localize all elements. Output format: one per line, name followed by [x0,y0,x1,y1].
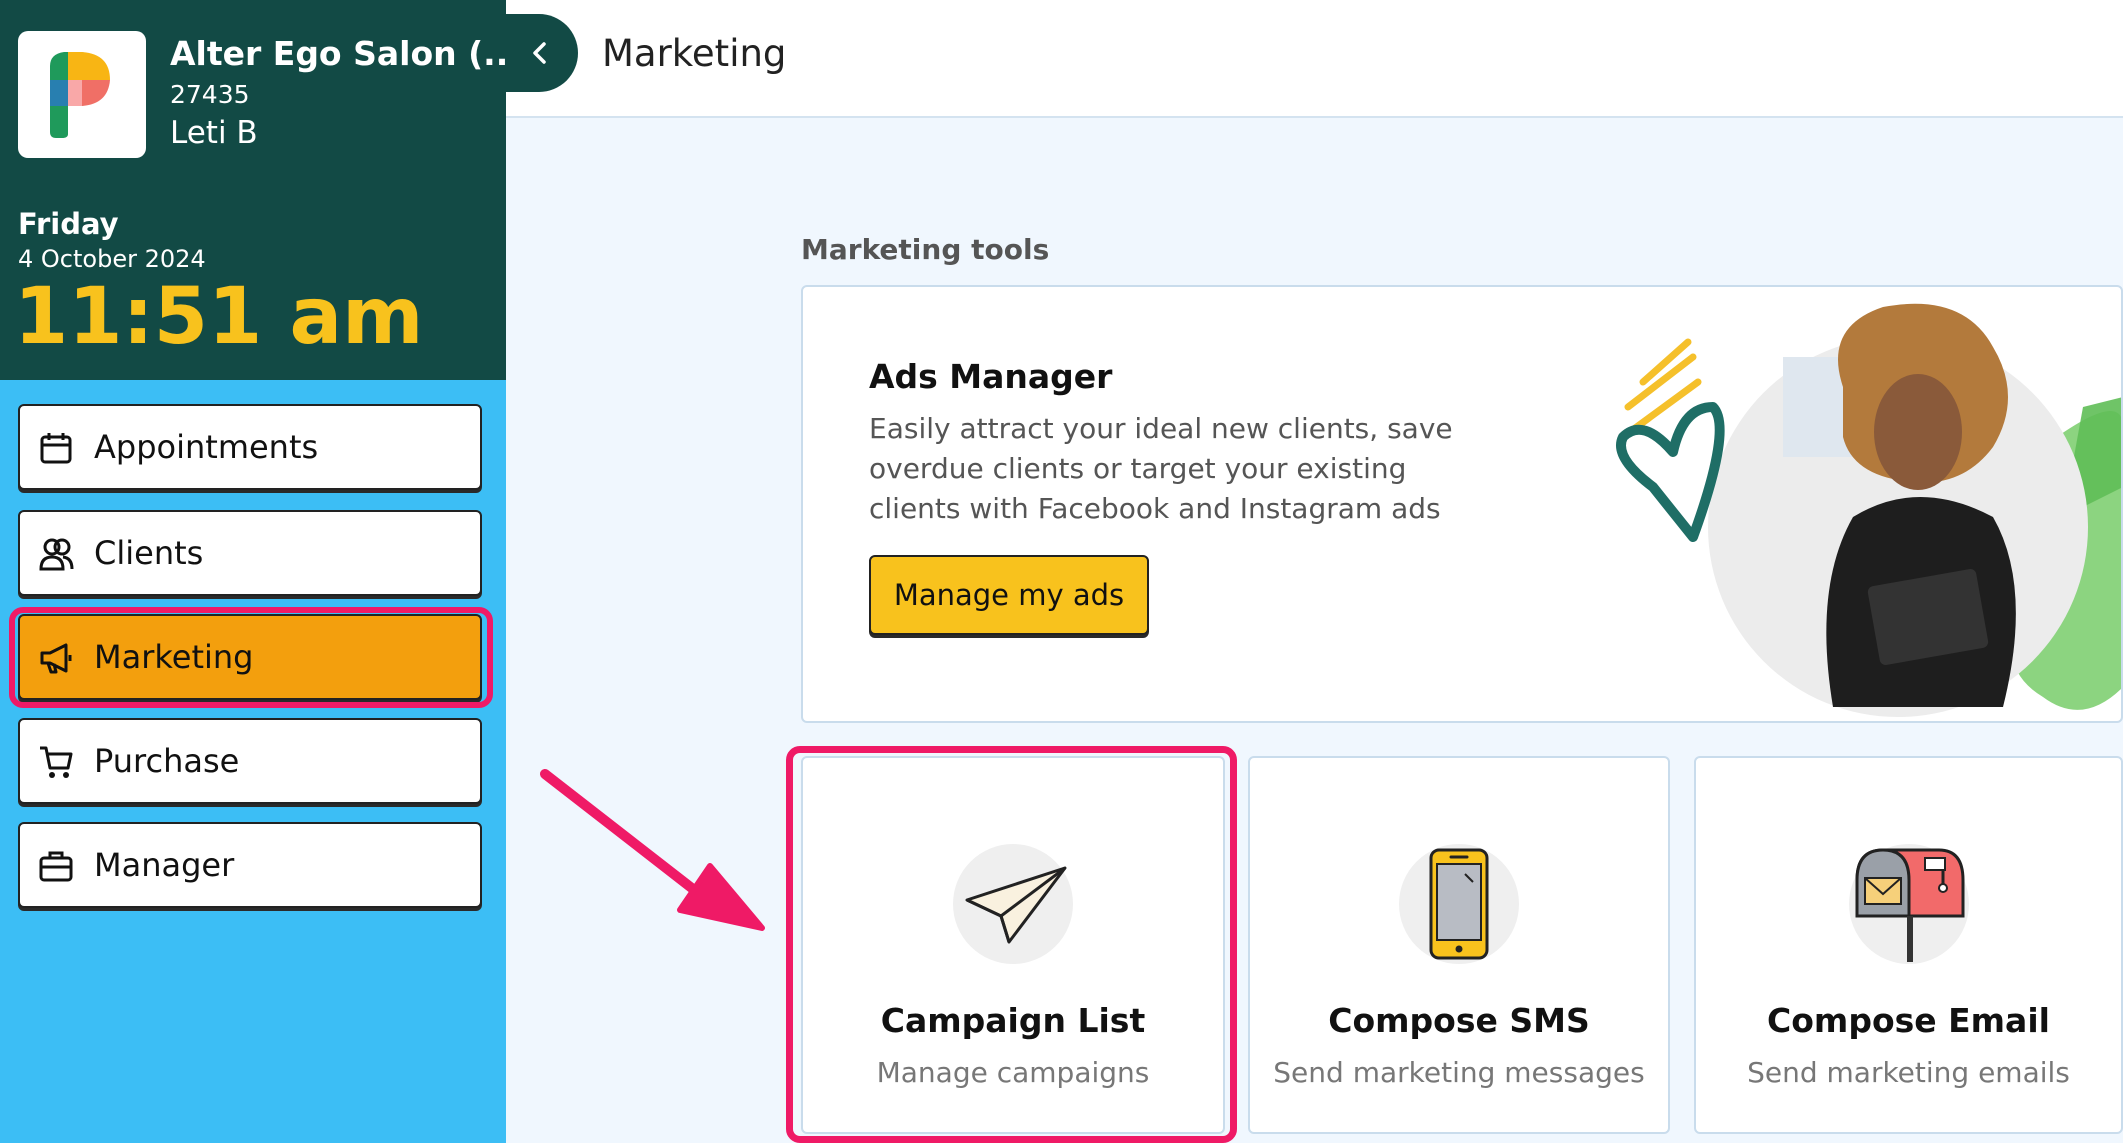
compose-sms-subtitle: Send marketing messages [1273,1056,1645,1089]
paper-plane-icon [953,844,1073,964]
calendar-icon [40,433,72,464]
sidebar-item-label: Purchase [94,742,240,780]
briefcase-icon [39,851,73,882]
mailbox-icon [1848,844,1969,964]
current-day: Friday [18,207,119,241]
sidebar-header: Alter Ego Salon (... 27435 Leti B Friday… [0,0,521,380]
current-time: 11:51 am [14,272,424,362]
sidebar-item-appointments[interactable]: Appointments [18,404,482,490]
compose-sms-card[interactable]: Compose SMS Send marketing messages [1248,756,1670,1134]
sidebar-item-label: Marketing [94,638,254,676]
sidebar-item-label: Clients [94,534,204,572]
ads-hero-illustration [1616,303,2121,717]
sidebar-item-marketing[interactable]: Marketing [18,614,482,700]
sidebar-item-label: Manager [94,846,235,884]
page-title: Marketing [602,32,787,75]
users-icon [39,538,74,571]
compose-email-subtitle: Send marketing emails [1747,1056,2070,1089]
compose-email-card[interactable]: Compose Email Send marketing emails [1694,756,2123,1134]
campaign-list-title: Campaign List [880,1001,1146,1040]
compose-sms-title: Compose SMS [1328,1001,1590,1040]
section-title: Marketing tools [801,233,1050,266]
ads-manager-title: Ads Manager [869,357,1113,396]
user-name: Leti B [170,115,258,151]
campaign-list-card[interactable]: Campaign List Manage campaigns [801,756,1225,1134]
sidebar-item-label: Appointments [94,428,319,466]
phone-icon [1399,844,1519,964]
app-logo[interactable] [18,31,146,158]
sidebar: Alter Ego Salon (... 27435 Leti B Friday… [0,0,521,1143]
sidebar-item-manager[interactable]: Manager [18,822,482,908]
megaphone-icon [40,643,72,674]
chevron-left-icon [533,42,546,64]
sidebar-item-purchase[interactable]: Purchase [18,718,482,804]
logo-icon [50,52,110,138]
cart-icon [40,746,73,778]
current-date: 4 October 2024 [18,245,206,273]
salon-id: 27435 [170,80,250,109]
ads-manager-card: Ads Manager Easily attract your ideal ne… [801,285,2123,723]
annotation-arrow-icon [540,769,765,931]
salon-name: Alter Ego Salon (... [170,34,521,73]
manage-my-ads-button[interactable]: Manage my ads [869,555,1149,635]
sidebar-item-clients[interactable]: Clients [18,510,482,596]
campaign-list-subtitle: Manage campaigns [876,1056,1150,1089]
compose-email-title: Compose Email [1767,1001,2050,1040]
ads-manager-description: Easily attract your ideal new clients, s… [869,412,1453,525]
